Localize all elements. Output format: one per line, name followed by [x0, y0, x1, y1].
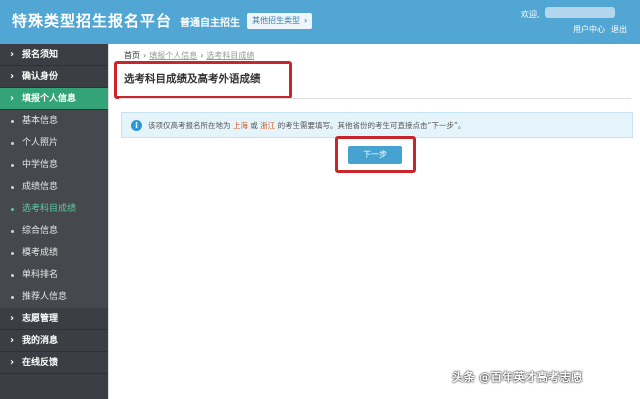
sidebar-item-personal-info[interactable]: › 填报个人信息	[0, 88, 108, 110]
sidebar-item-label: 我的消息	[22, 336, 59, 346]
title-highlight-box: 选考科目成绩及高考外语成绩	[114, 61, 292, 99]
next-step-button[interactable]: 下一步	[348, 146, 402, 164]
bullet-icon	[11, 120, 14, 123]
top-header: 特殊类型招生报名平台 普通自主招生 其他招生类型 › 欢迎, 用户中心 退出	[0, 0, 640, 44]
sidebar-item-label: 填报个人信息	[22, 94, 77, 104]
breadcrumb-personal-info[interactable]: 填报个人信息	[149, 51, 197, 60]
bullet-icon	[11, 230, 14, 233]
sidebar-item-feedback[interactable]: › 在线反馈	[0, 352, 108, 374]
other-admission-types-button[interactable]: 其他招生类型 ›	[247, 13, 313, 29]
breadcrumb-elective-scores[interactable]: 选考科目成绩	[206, 51, 254, 60]
sidebar-subitem-subject-ranking[interactable]: 单科排名	[0, 264, 108, 286]
sidebar-item-label: 报名须知	[22, 50, 59, 60]
admission-type-label: 普通自主招生	[180, 18, 240, 29]
bullet-icon	[11, 164, 14, 167]
blurred-username	[545, 7, 615, 18]
sidebar-subitem-label: 基本信息	[22, 116, 59, 126]
sidebar-item-label: 在线反馈	[22, 358, 59, 368]
breadcrumb: 首页 › 填报个人信息 › 选考科目成绩	[124, 50, 254, 61]
sidebar-item-label: 志愿管理	[22, 314, 59, 324]
other-admission-types-label: 其他招生类型	[252, 16, 300, 25]
page-title: 选考科目成绩及高考外语成绩	[124, 73, 261, 85]
chevron-right-icon: ›	[143, 51, 147, 60]
sidebar-subitem-referee-info[interactable]: 推荐人信息	[0, 286, 108, 308]
user-center-link[interactable]: 用户中心	[573, 24, 605, 35]
sidebar-item-label: 确认身份	[22, 72, 59, 82]
info-message: 该项仅高考报名所在地为 上海 或 浙江 的考生需要填写。其他省份的考生可直接点击…	[148, 120, 465, 131]
sidebar-subitem-label: 综合信息	[22, 226, 59, 236]
title-divider	[119, 98, 631, 99]
bullet-icon	[11, 296, 14, 299]
sidebar-subitem-comprehensive-info[interactable]: 综合信息	[0, 220, 108, 242]
chevron-right-icon: ›	[10, 335, 15, 346]
sidebar-subitem-label: 选考科目成绩	[22, 204, 77, 214]
sidebar-item-preferences[interactable]: › 志愿管理	[0, 308, 108, 330]
sidebar-subitem-grades[interactable]: 成绩信息	[0, 176, 108, 198]
info-text-after: 的考生需要填写。其他省份的考生可直接点击“下一步”。	[277, 121, 466, 130]
region-shanghai: 上海	[232, 121, 248, 130]
bullet-icon	[11, 186, 14, 189]
sidebar-item-confirm-identity[interactable]: › 确认身份	[0, 66, 108, 88]
sidebar-subitem-school-info[interactable]: 中学信息	[0, 154, 108, 176]
platform-title: 特殊类型招生报名平台	[12, 12, 173, 30]
chevron-right-icon: ›	[10, 93, 15, 104]
sidebar-subitem-label: 成绩信息	[22, 182, 59, 192]
next-highlight-box: 下一步	[335, 136, 416, 173]
chevron-right-icon: ›	[304, 16, 308, 25]
region-zhejiang: 浙江	[260, 121, 276, 130]
chevron-right-icon: ›	[10, 49, 15, 60]
bullet-icon	[11, 252, 14, 255]
welcome-text: 欢迎,	[521, 10, 540, 19]
sidebar-subitem-label: 中学信息	[22, 160, 59, 170]
chevron-right-icon: ›	[10, 71, 15, 82]
sidebar-item-notice[interactable]: › 报名须知	[0, 44, 108, 66]
chevron-right-icon: ›	[10, 313, 15, 324]
sidebar-subitem-basic-info[interactable]: 基本信息	[0, 110, 108, 132]
bullet-icon	[11, 208, 14, 211]
info-text-or: 或	[250, 121, 258, 130]
logout-link[interactable]: 退出	[611, 24, 627, 35]
sidebar-subitem-label: 推荐人信息	[22, 292, 68, 302]
main-content: 首页 › 填报个人信息 › 选考科目成绩 选考科目成绩及高考外语成绩 i 该项仅高考报名…	[108, 44, 640, 399]
bullet-icon	[11, 142, 14, 145]
chevron-right-icon: ›	[200, 51, 204, 60]
chevron-right-icon: ›	[10, 357, 15, 368]
sidebar-subitem-mock-exam[interactable]: 模考成绩	[0, 242, 108, 264]
sidebar-subitem-photo[interactable]: 个人照片	[0, 132, 108, 154]
sidebar-subitem-elective-scores[interactable]: 选考科目成绩	[0, 198, 108, 220]
info-text-before: 该项仅高考报名所在地为	[148, 121, 231, 130]
info-icon: i	[131, 120, 142, 131]
sidebar: › 报名须知 › 确认身份 › 填报个人信息 基本信息 个人照片 中学信息 成绩…	[0, 44, 108, 399]
bullet-icon	[11, 274, 14, 277]
sidebar-subitem-label: 个人照片	[22, 138, 59, 148]
breadcrumb-home[interactable]: 首页	[124, 51, 140, 60]
sidebar-subitem-label: 模考成绩	[22, 248, 59, 258]
info-notice: i 该项仅高考报名所在地为 上海 或 浙江 的考生需要填写。其他省份的考生可直接…	[121, 112, 633, 138]
sidebar-subitem-label: 单科排名	[22, 270, 59, 280]
sidebar-item-messages[interactable]: › 我的消息	[0, 330, 108, 352]
watermark: 头条 @百年英才高考志愿	[452, 370, 583, 384]
